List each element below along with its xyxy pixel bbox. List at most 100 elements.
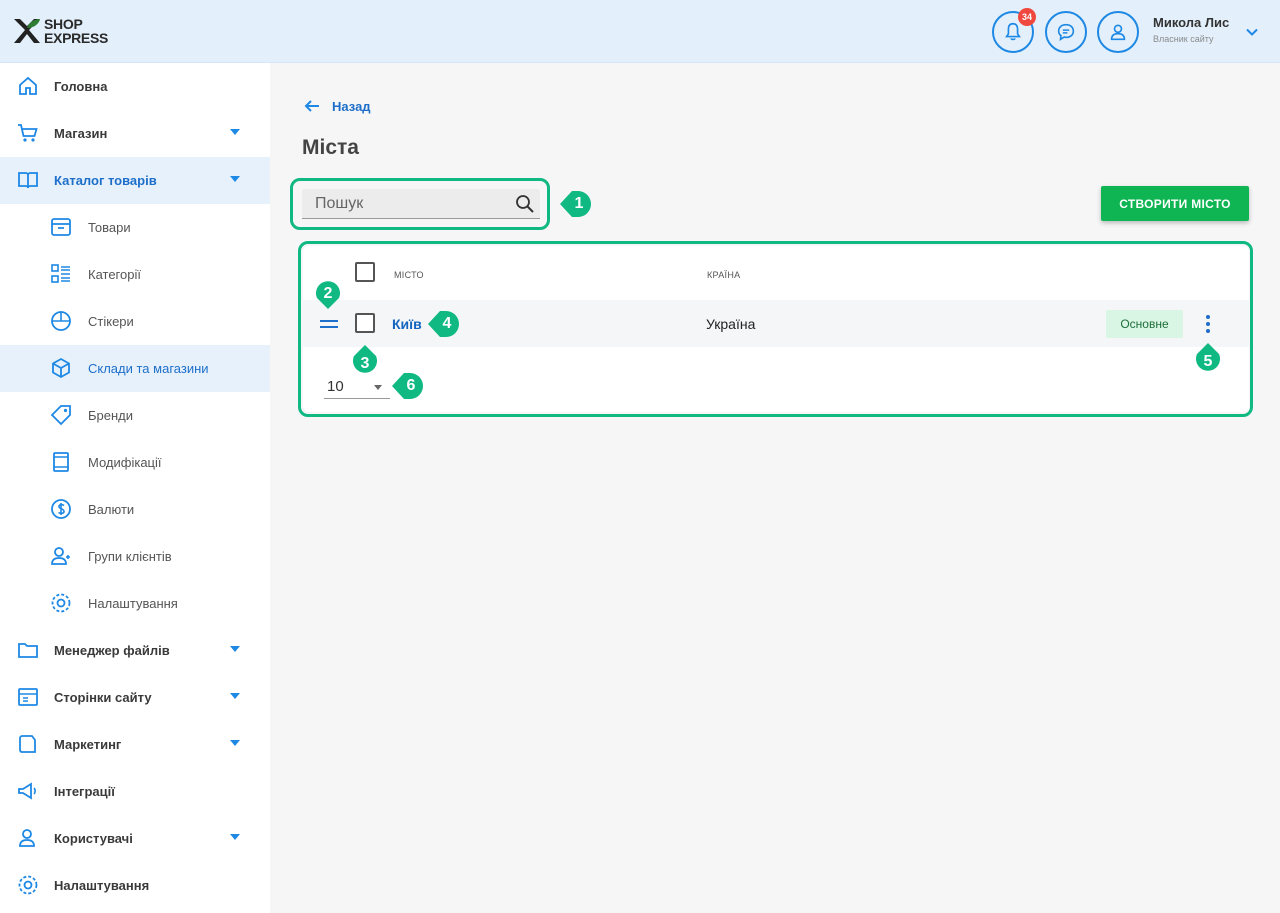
sidebar-item-label: Валюти <box>88 502 135 517</box>
callout-marker-1: 1 <box>558 188 594 220</box>
sidebar-item-label: Бренди <box>88 408 134 423</box>
callout-marker-5: 5 <box>1190 342 1226 374</box>
page-title: Міста <box>302 136 359 159</box>
gear-icon <box>49 591 73 615</box>
city-name-link[interactable]: Київ <box>392 316 422 332</box>
callout-marker-4: 4 <box>426 308 462 340</box>
expand-arrow-icon[interactable] <box>230 693 240 699</box>
select-all-checkbox[interactable] <box>355 262 375 282</box>
sidebar-item-label: Магазин <box>54 126 108 141</box>
column-header-country: КРАЇНА <box>707 270 741 280</box>
sidebar-item-marketing[interactable]: Маркетинг <box>0 721 270 768</box>
page-size-select[interactable]: 10 <box>324 376 390 399</box>
sidebar-item-catalog[interactable]: Каталог товарів <box>0 157 270 204</box>
list-icon <box>49 262 73 286</box>
folder-icon <box>16 638 40 662</box>
search-field[interactable] <box>302 189 540 219</box>
sidebar-item-label: Модифікації <box>88 455 162 470</box>
sidebar-item-label: Категорії <box>88 267 141 282</box>
sidebar-item-file-manager[interactable]: Менеджер файлів <box>0 627 270 674</box>
user-role: Власник сайту <box>1153 34 1214 44</box>
callout-marker-3: 3 <box>347 344 383 376</box>
tag-icon <box>49 403 73 427</box>
sticker-icon <box>49 309 73 333</box>
shop-express-logo[interactable]: SHOP EXPRESS <box>12 16 108 46</box>
home-icon <box>16 74 40 98</box>
sidebar-item-label: Склади та магазини <box>88 361 209 376</box>
logo-line-2: EXPRESS <box>44 30 109 46</box>
sidebar: Головна Магазин Каталог товарів Товари К… <box>0 63 270 913</box>
back-link[interactable]: Назад <box>302 96 371 116</box>
users-icon <box>49 544 73 568</box>
dollar-icon <box>49 497 73 521</box>
sidebar-item-settings[interactable]: Налаштування <box>0 862 270 909</box>
sidebar-item-label: Головна <box>54 79 108 94</box>
expand-arrow-icon[interactable] <box>230 740 240 746</box>
arrow-left-icon <box>304 100 319 112</box>
notifications-button[interactable]: 34 <box>992 8 1036 53</box>
cart-icon <box>16 121 40 145</box>
sidebar-item-label: Сторінки сайту <box>54 690 152 705</box>
logo-leaf-icon <box>14 19 40 43</box>
sidebar-item-currencies[interactable]: Валюти <box>0 486 270 533</box>
notification-count-badge: 34 <box>1018 8 1036 26</box>
sidebar-item-users[interactable]: Користувачі <box>0 815 270 862</box>
row-checkbox[interactable] <box>355 313 375 333</box>
search-input[interactable] <box>302 189 512 218</box>
sidebar-item-shop[interactable]: Магазин <box>0 110 270 157</box>
drag-handle-icon[interactable] <box>319 318 339 330</box>
sidebar-item-modifications[interactable]: Модифікації <box>0 439 270 486</box>
sidebar-item-label: Інтеграції <box>54 784 115 799</box>
expand-arrow-icon[interactable] <box>230 834 240 840</box>
sidebar-item-label: Маркетинг <box>54 737 122 752</box>
book-icon <box>16 168 40 192</box>
top-header: SHOP EXPRESS 34 Микола Лис Власник сайту <box>0 0 1280 63</box>
search-icon[interactable] <box>514 193 536 215</box>
marketing-icon <box>16 732 40 756</box>
bell-icon <box>1005 22 1021 41</box>
chat-icon <box>1057 23 1075 41</box>
sidebar-item-label: Каталог товарів <box>54 173 157 188</box>
user-avatar-button[interactable] <box>1097 11 1139 53</box>
sidebar-item-label: Товари <box>88 220 131 235</box>
user-name: Микола Лис <box>1153 15 1230 30</box>
sidebar-item-label: Налаштування <box>54 878 150 893</box>
cube-icon <box>49 356 73 380</box>
country-name: Україна <box>706 316 756 332</box>
sidebar-item-products[interactable]: Товари <box>0 204 270 251</box>
callout-marker-2: 2 <box>310 278 346 310</box>
sidebar-item-brands[interactable]: Бренди <box>0 392 270 439</box>
create-city-button[interactable]: СТВОРИТИ МІСТО <box>1101 186 1249 221</box>
sidebar-item-label: Менеджер файлів <box>54 643 170 658</box>
frame-icon <box>49 450 73 474</box>
sidebar-item-label: Налаштування <box>88 596 178 611</box>
sidebar-item-integrations[interactable]: Інтеграції <box>0 768 270 815</box>
page-size-value: 10 <box>327 378 344 395</box>
user-icon <box>16 826 40 850</box>
box-icon <box>49 215 73 239</box>
sidebar-item-site-pages[interactable]: Сторінки сайту <box>0 674 270 721</box>
more-vertical-icon[interactable] <box>1199 313 1217 335</box>
sidebar-item-customer-groups[interactable]: Групи клієнтів <box>0 533 270 580</box>
callout-marker-6: 6 <box>390 370 426 402</box>
gear-icon <box>16 873 40 897</box>
sidebar-item-home[interactable]: Головна <box>0 63 270 110</box>
user-icon <box>1110 24 1126 41</box>
dropdown-arrow-icon <box>374 385 382 390</box>
chevron-down-icon[interactable] <box>1244 24 1260 40</box>
column-header-city: МІСТО <box>394 270 424 280</box>
sidebar-item-label: Стікери <box>88 314 134 329</box>
sidebar-item-label: Користувачі <box>54 831 133 846</box>
expand-arrow-icon[interactable] <box>230 646 240 652</box>
messages-button[interactable] <box>1045 11 1087 53</box>
expand-arrow-icon[interactable] <box>230 176 240 182</box>
sidebar-item-stickers[interactable]: Стікери <box>0 298 270 345</box>
sidebar-item-catalog-settings[interactable]: Налаштування <box>0 580 270 627</box>
page-icon <box>16 685 40 709</box>
status-badge: Основне <box>1106 310 1183 338</box>
expand-arrow-icon[interactable] <box>230 129 240 135</box>
sidebar-item-warehouses[interactable]: Склади та магазини <box>0 345 270 392</box>
sidebar-item-categories[interactable]: Категорії <box>0 251 270 298</box>
sidebar-item-label: Групи клієнтів <box>88 549 172 564</box>
logo-line-1: SHOP <box>44 16 83 32</box>
